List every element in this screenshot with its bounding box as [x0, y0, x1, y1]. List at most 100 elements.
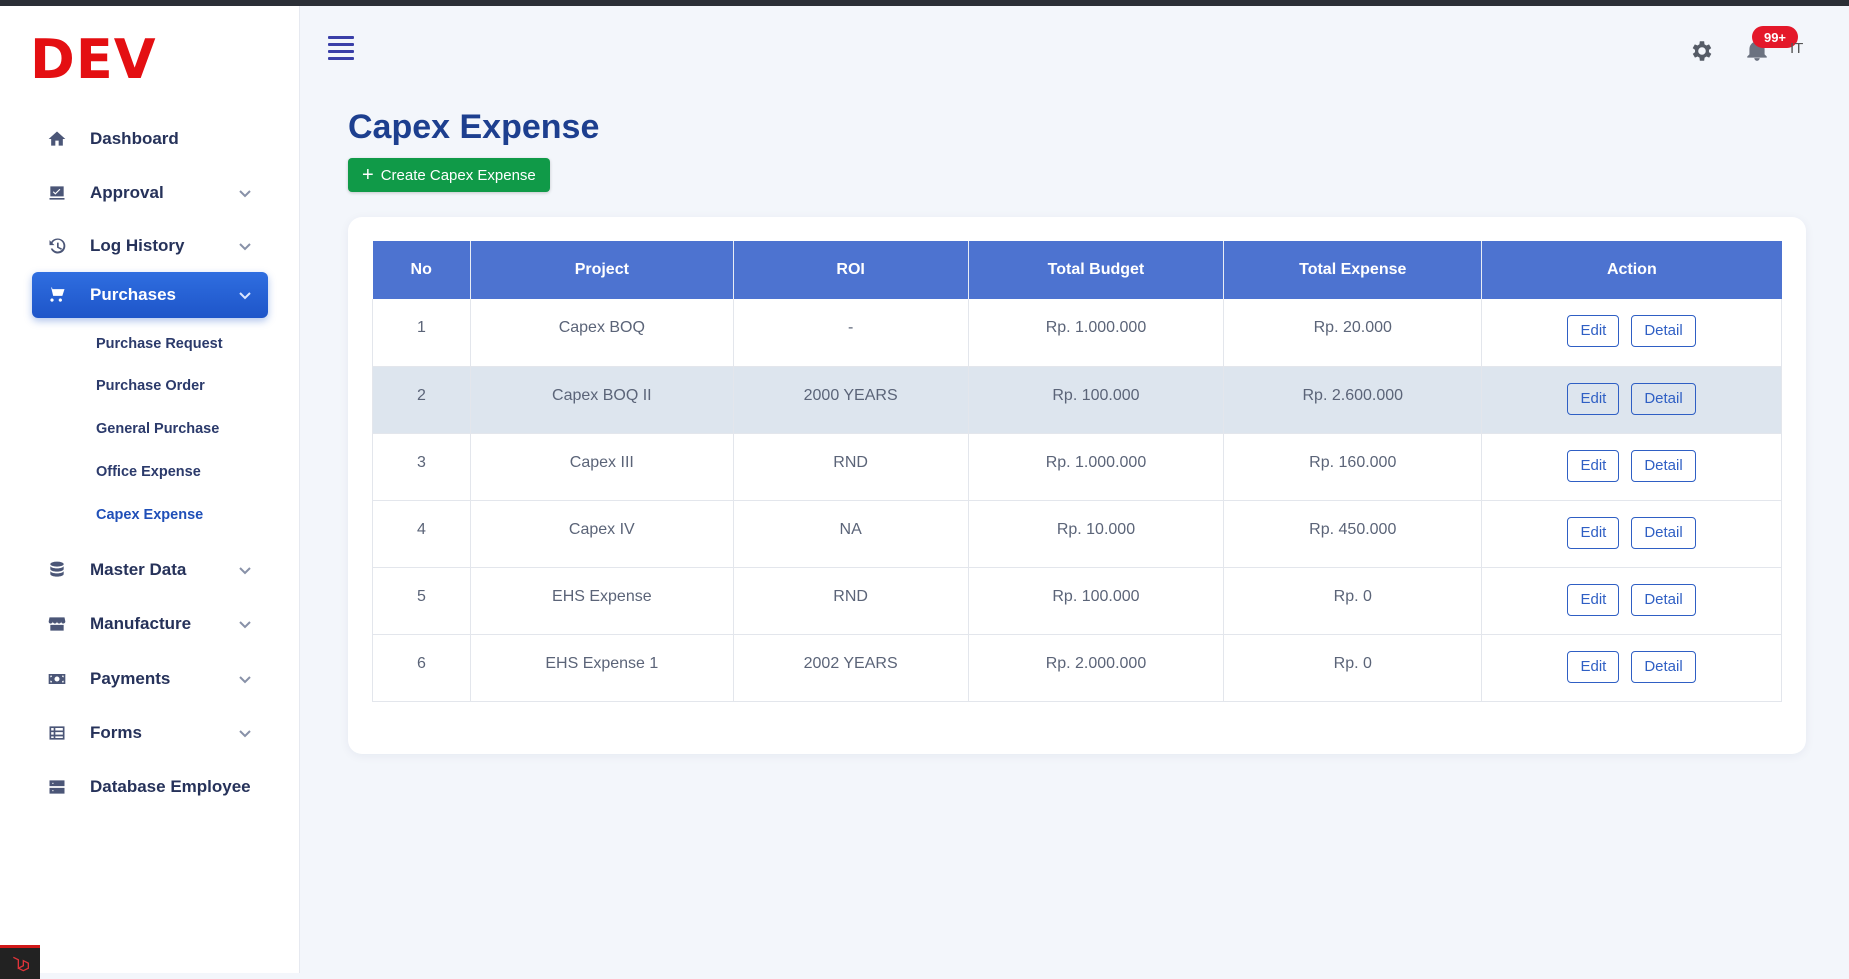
chevron-down-icon — [238, 725, 252, 739]
capex-expense-table: No Project ROI Total Budget Total Expens… — [372, 241, 1782, 702]
sidebar-item-label: Purchases — [90, 285, 176, 304]
sidebar-item-dashboard[interactable]: Dashboard — [32, 116, 268, 162]
laravel-debug-icon[interactable] — [0, 945, 40, 979]
cell-project: Capex BOQ II — [470, 366, 734, 434]
cell-total-expense: Rp. 0 — [1223, 634, 1483, 702]
cell-no: 5 — [372, 567, 471, 635]
cell-total-expense: Rp. 160.000 — [1223, 433, 1483, 501]
money-icon — [46, 668, 68, 690]
history-icon — [46, 235, 68, 257]
approval-icon — [46, 182, 68, 204]
user-avatar[interactable]: IT — [1790, 40, 1803, 57]
edit-button[interactable]: Edit — [1567, 516, 1620, 549]
page-title: Capex Expense — [348, 108, 600, 146]
cell-action: Edit Detail — [1481, 634, 1782, 702]
cell-total-budget: Rp. 1.000.000 — [968, 433, 1225, 501]
cell-action: Edit Detail — [1481, 299, 1782, 367]
database-icon — [46, 559, 68, 581]
sidebar-item-purchases[interactable]: Purchases — [32, 272, 268, 318]
column-header-total-expense[interactable]: Total Expense — [1223, 241, 1483, 299]
column-header-action: Action — [1481, 241, 1782, 299]
create-button-label: Create Capex Expense — [380, 166, 536, 184]
detail-button[interactable]: Detail — [1631, 315, 1696, 347]
table-row: 3 Capex III RND Rp. 1.000.000 Rp. 160.00… — [372, 433, 1782, 501]
cell-action: Edit Detail — [1481, 366, 1782, 434]
submenu-office-expense[interactable]: Office Expense — [96, 464, 201, 480]
table-header-row: No Project ROI Total Budget Total Expens… — [372, 241, 1782, 299]
menu-toggle-icon[interactable] — [328, 36, 354, 62]
cell-roi: RND — [733, 433, 969, 501]
column-header-project[interactable]: Project — [470, 241, 734, 299]
submenu-purchase-request[interactable]: Purchase Request — [96, 336, 223, 352]
table-row: 6 EHS Expense 1 2002 YEARS Rp. 2.000.000… — [372, 634, 1782, 702]
sidebar-item-label: Approval — [90, 183, 164, 202]
cell-action: Edit Detail — [1481, 500, 1782, 568]
sidebar: DEV Dashboard Approval Log History Purch… — [0, 6, 300, 979]
cell-total-budget: Rp. 100.000 — [968, 366, 1225, 434]
cell-no: 6 — [372, 634, 471, 702]
table-row: 5 EHS Expense RND Rp. 100.000 Rp. 0 Edit… — [372, 567, 1782, 635]
chevron-down-icon — [238, 185, 252, 199]
sidebar-item-forms[interactable]: Forms — [32, 710, 268, 756]
cell-total-expense: Rp. 0 — [1223, 567, 1483, 635]
cell-project: EHS Expense 1 — [470, 634, 734, 702]
sidebar-item-master-data[interactable]: Master Data — [32, 547, 268, 593]
sidebar-item-label: Manufacture — [90, 614, 192, 633]
edit-button[interactable]: Edit — [1567, 650, 1620, 683]
edit-button[interactable]: Edit — [1567, 382, 1620, 415]
edit-button[interactable]: Edit — [1567, 315, 1620, 347]
cell-roi: NA — [733, 500, 969, 568]
cell-roi: 2002 YEARS — [733, 634, 969, 702]
cell-roi: 2000 YEARS — [733, 366, 969, 434]
chevron-down-icon — [238, 238, 252, 252]
cell-total-expense: Rp. 450.000 — [1223, 500, 1483, 568]
cell-no: 3 — [372, 433, 471, 501]
chevron-down-icon — [238, 671, 252, 685]
cell-action: Edit Detail — [1481, 433, 1782, 501]
cart-icon — [46, 284, 68, 306]
edit-button[interactable]: Edit — [1567, 583, 1620, 616]
sidebar-item-payments[interactable]: Payments — [32, 656, 268, 702]
cell-total-budget: Rp. 1.000.000 — [968, 299, 1225, 367]
sidebar-item-manufacture[interactable]: Manufacture — [32, 601, 268, 647]
sidebar-item-approval[interactable]: Approval — [32, 170, 268, 216]
column-header-total-budget[interactable]: Total Budget — [968, 241, 1225, 299]
sidebar-item-database-employee[interactable]: Database Employee — [32, 764, 268, 810]
submenu-purchase-order[interactable]: Purchase Order — [96, 378, 205, 394]
sidebar-item-label: Master Data — [90, 560, 187, 579]
cell-project: Capex III — [470, 433, 734, 501]
sidebar-item-log-history[interactable]: Log History — [32, 223, 268, 269]
submenu-general-purchase[interactable]: General Purchase — [96, 421, 219, 437]
chevron-down-icon — [238, 616, 252, 630]
create-capex-expense-button[interactable]: + Create Capex Expense — [348, 158, 550, 192]
column-header-no[interactable]: No — [372, 241, 471, 299]
detail-button[interactable]: Detail — [1631, 449, 1696, 482]
edit-button[interactable]: Edit — [1567, 449, 1620, 482]
chevron-down-icon — [238, 562, 252, 576]
detail-button[interactable]: Detail — [1631, 583, 1696, 616]
cell-total-budget: Rp. 100.000 — [968, 567, 1225, 635]
cell-total-expense: Rp. 20.000 — [1223, 299, 1483, 367]
cell-roi: - — [733, 299, 969, 367]
server-icon — [46, 776, 68, 798]
plus-icon: + — [362, 164, 374, 186]
cell-project: Capex BOQ — [470, 299, 734, 367]
column-header-roi[interactable]: ROI — [733, 241, 969, 299]
detail-button[interactable]: Detail — [1631, 382, 1696, 415]
submenu-capex-expense[interactable]: Capex Expense — [96, 507, 203, 523]
detail-button[interactable]: Detail — [1631, 516, 1696, 549]
cell-no: 4 — [372, 500, 471, 568]
cell-roi: RND — [733, 567, 969, 635]
table-row: 2 Capex BOQ II 2000 YEARS Rp. 100.000 Rp… — [372, 366, 1782, 434]
table-icon — [46, 722, 68, 744]
table-row: 4 Capex IV NA Rp. 10.000 Rp. 450.000 Edi… — [372, 500, 1782, 568]
store-icon — [46, 613, 68, 635]
cell-action: Edit Detail — [1481, 567, 1782, 635]
table-card: No Project ROI Total Budget Total Expens… — [348, 217, 1806, 754]
gear-icon[interactable] — [1689, 38, 1715, 64]
detail-button[interactable]: Detail — [1631, 650, 1696, 683]
cell-total-budget: Rp. 10.000 — [968, 500, 1225, 568]
sidebar-item-label: Log History — [90, 236, 185, 255]
sidebar-item-label: Database Employee — [90, 777, 251, 796]
home-icon — [46, 128, 68, 150]
